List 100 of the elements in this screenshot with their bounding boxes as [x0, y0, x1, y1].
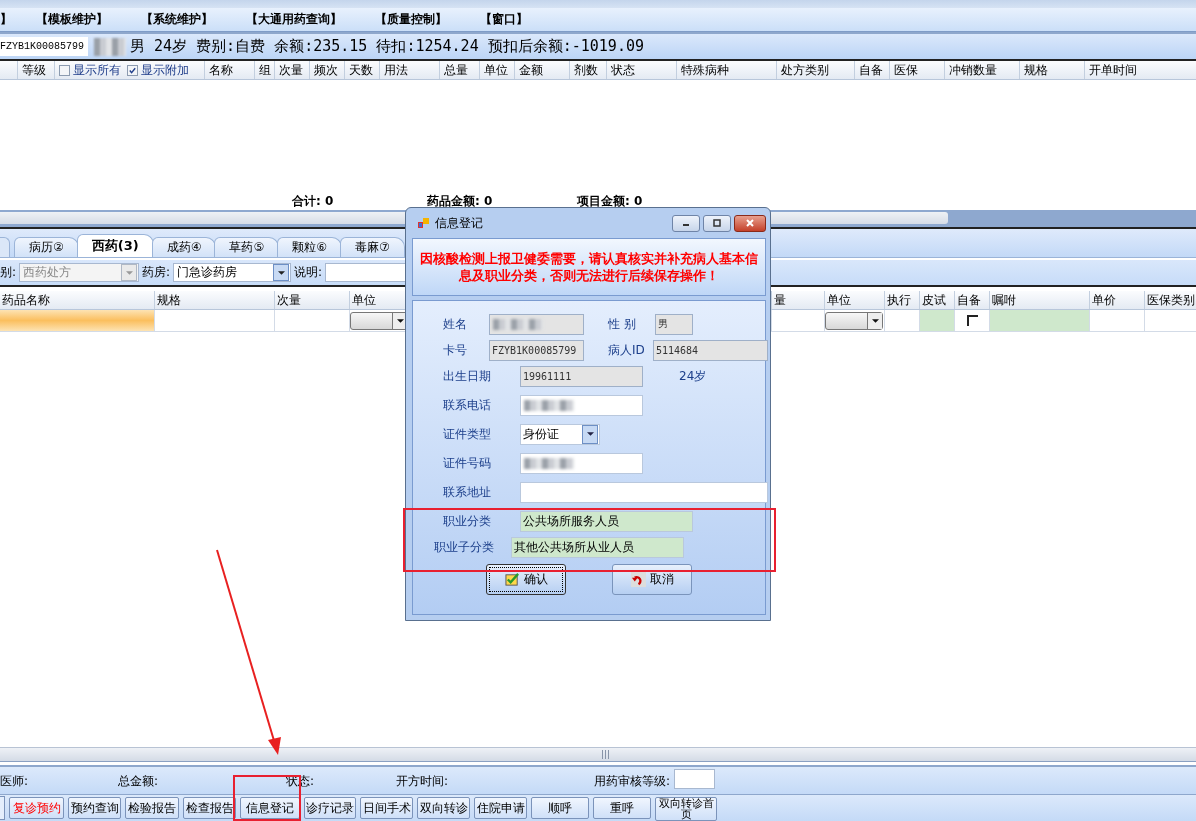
dropdown-arrow-icon	[586, 432, 594, 436]
form-label: 联系地址	[443, 483, 492, 501]
column-header: 单位	[484, 61, 508, 79]
text-field[interactable]: 5114684	[653, 339, 768, 361]
menu-item[interactable]: 【模板维护】	[36, 11, 108, 28]
column-header: 规格	[157, 291, 181, 309]
card-number-field[interactable]: FZYB1K00085799	[0, 37, 88, 56]
checkbox[interactable]	[966, 315, 978, 326]
id-type-dropdown[interactable]: 身份证	[520, 423, 600, 445]
total-label: 项目金额: 0	[577, 193, 643, 210]
toolbar-button[interactable]: 顺呼	[531, 797, 589, 819]
toolbar-button[interactable]: 检验报告	[125, 797, 179, 819]
form-label: 证件号码	[443, 454, 492, 472]
column-header: 天数	[349, 61, 373, 79]
text-field[interactable]	[520, 481, 768, 503]
text-field[interactable]: 其他公共场所从业人员	[511, 536, 684, 558]
column-header: 自备	[957, 291, 981, 309]
minimize-button[interactable]	[672, 214, 700, 232]
toolbar-button[interactable]: 双向转诊首页	[655, 797, 717, 821]
editable-cell[interactable]	[920, 310, 955, 331]
tab[interactable]: 颗粒⑥	[277, 237, 342, 257]
menu-item[interactable]: 【质量控制】	[375, 11, 447, 28]
maximize-button[interactable]	[703, 214, 731, 232]
form-label: 卡号	[443, 341, 468, 359]
column-header: 剂数	[574, 61, 598, 79]
tab[interactable]: 成药④	[151, 237, 217, 257]
column-header: 医保	[894, 61, 918, 79]
menu-item[interactable]: 】	[0, 11, 12, 28]
status-label: 开方时间:	[396, 773, 449, 790]
form-label: 病人ID	[608, 341, 646, 359]
toolbar-button[interactable]: 双向转诊	[417, 797, 470, 819]
unit-dropdown[interactable]	[350, 311, 408, 330]
form-label: 证件类型	[443, 425, 492, 443]
text-field[interactable]	[520, 452, 643, 474]
confirm-button[interactable]: 确认	[486, 564, 566, 595]
menu-item[interactable]: 【窗口】	[480, 11, 528, 28]
column-header: 单位	[352, 291, 376, 309]
close-button[interactable]	[734, 214, 766, 232]
column-header: 自备	[859, 61, 883, 79]
form-label: 职业分类	[443, 512, 492, 530]
status-label: 医师:	[0, 773, 29, 790]
tab[interactable]: 西药(3)	[76, 234, 154, 257]
menu-item[interactable]: 【系统维护】	[141, 11, 213, 28]
close-icon	[745, 218, 755, 228]
text-field[interactable]: 公共场所服务人员	[520, 510, 693, 532]
checkbox-label: 显示所有	[73, 61, 121, 79]
column-header: 频次	[314, 61, 338, 79]
tab[interactable]: 病历②	[14, 237, 79, 257]
editable-cell[interactable]	[990, 310, 1090, 331]
text-field[interactable]: FZYB1K00085799	[489, 339, 584, 361]
column-header: 单价	[1092, 291, 1116, 309]
toolbar-button[interactable]: 住院申请	[474, 797, 527, 819]
warning-message: 因核酸检测上报卫健委需要，请认真核实并补充病人基本信息及职业分类，否则无法进行后续保存操作！	[419, 250, 759, 284]
form-label: 职业子分类	[434, 538, 495, 556]
menu-item[interactable]: 【大通用药查询】	[246, 11, 342, 28]
column-header: 皮试	[922, 291, 946, 309]
checkmark-icon	[504, 572, 520, 587]
status-label: 用药审核等级:	[594, 773, 671, 790]
column-header: 次量	[279, 61, 303, 79]
column-header: 总量	[444, 61, 468, 79]
field-label: 别:	[0, 264, 17, 281]
scrollbar-grip[interactable]	[602, 750, 610, 759]
toolbar-button[interactable]: 信息登记	[240, 797, 300, 819]
cancel-button[interactable]: 取消	[612, 564, 692, 595]
audit-level-field[interactable]	[674, 769, 715, 789]
column-header: 量	[774, 291, 786, 309]
column-header: 规格	[1024, 61, 1048, 79]
field-label: 说明:	[294, 264, 323, 281]
column-header: 医保类别	[1147, 291, 1195, 309]
column-header: 开单时间	[1089, 61, 1137, 79]
dropdown-arrow-icon	[277, 270, 285, 275]
form-label: 性 别	[608, 315, 637, 333]
checkbox[interactable]	[59, 64, 70, 76]
column-header: 用法	[384, 61, 408, 79]
toolbar-button[interactable]: 预约查询	[68, 797, 121, 819]
toolbar-button[interactable]: 诊疗记录	[304, 797, 356, 819]
pharmacy-select[interactable]: 门急诊药房	[173, 263, 292, 282]
column-header: 组	[259, 61, 271, 79]
text-field[interactable]: 男	[655, 313, 693, 335]
checkbox[interactable]	[127, 64, 138, 76]
form-label: 联系电话	[443, 396, 492, 414]
dropdown-arrow-icon	[871, 318, 879, 323]
tab[interactable]: 毒麻⑦	[340, 237, 405, 257]
text-field[interactable]	[489, 313, 584, 335]
column-header: 状态	[611, 61, 635, 79]
text-field[interactable]: 19961111	[520, 365, 643, 387]
unit-dropdown[interactable]	[825, 311, 883, 330]
column-header: 冲销数量	[949, 61, 997, 79]
selected-cell[interactable]	[0, 310, 155, 331]
text-field[interactable]	[520, 394, 643, 416]
checkmark-icon	[128, 65, 137, 75]
toolbar-button[interactable]: 日间手术	[360, 797, 413, 819]
tab[interactable]: 草药⑤	[214, 237, 280, 257]
toolbar-button[interactable]: 检查报告	[183, 797, 236, 819]
column-header: 处方类别	[781, 61, 829, 79]
button-edge[interactable]	[0, 796, 5, 820]
toolbar-button[interactable]: 重呼	[593, 797, 651, 819]
column-header: 嘱咐	[992, 291, 1016, 309]
tab-edge[interactable]	[0, 237, 10, 257]
column-header: 执行	[887, 291, 911, 309]
